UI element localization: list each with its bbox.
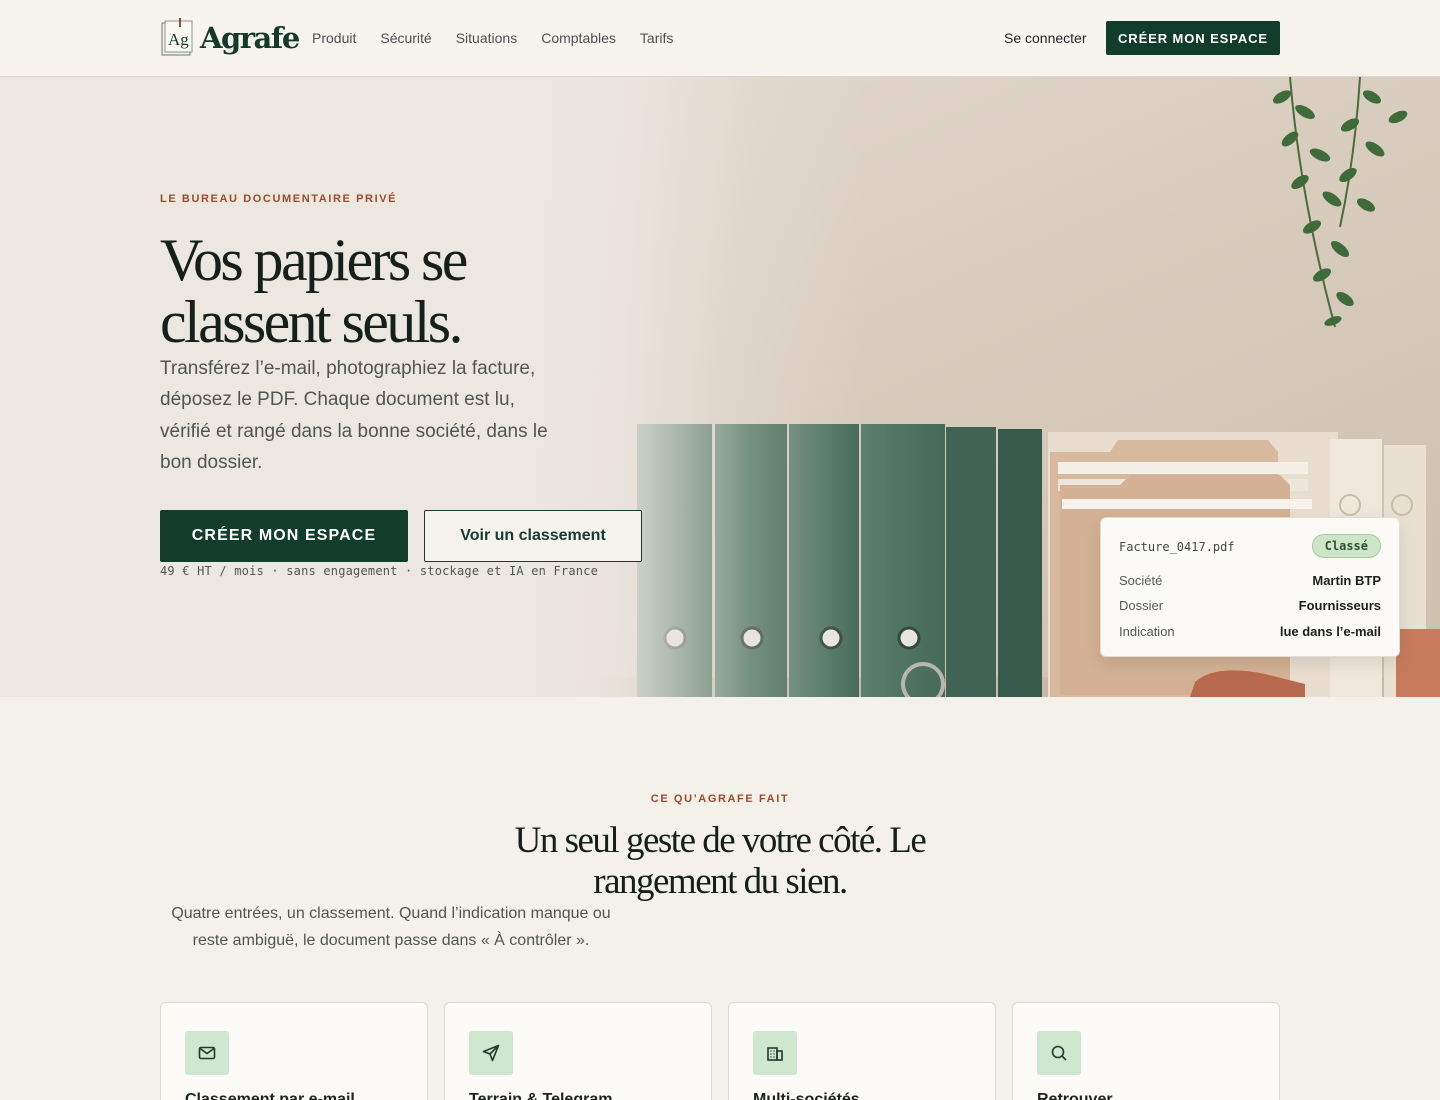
- feature-card-title: Classement par e-mail: [185, 1091, 355, 1100]
- send-icon: [469, 1031, 513, 1075]
- document-filename: Facture_0417.pdf: [1119, 540, 1235, 554]
- login-link[interactable]: Se connecter: [1004, 30, 1087, 46]
- doc-row-value: Fournisseurs: [1298, 598, 1381, 613]
- feature-card-title: Multi-sociétés: [753, 1091, 860, 1100]
- feature-card-multi-company[interactable]: Multi-sociétés: [728, 1002, 996, 1100]
- logo-mark-icon: Ag: [161, 18, 193, 56]
- nav-item-produit[interactable]: Produit: [312, 30, 356, 46]
- nav-item-securite[interactable]: Sécurité: [380, 30, 431, 46]
- mail-icon: [185, 1031, 229, 1075]
- features-title: Un seul geste de votre côté. Le rangemen…: [514, 820, 927, 902]
- feature-card-search[interactable]: Retrouver: [1012, 1002, 1280, 1100]
- nav-item-situations[interactable]: Situations: [456, 30, 517, 46]
- hero-title: Vos papiers se classent seuls.: [160, 227, 468, 355]
- doc-row-indication: Indication lue dans l’e-mail: [1119, 624, 1381, 639]
- logo[interactable]: Ag Agrafe: [160, 17, 300, 59]
- building-icon: [753, 1031, 797, 1075]
- header-create-space-button[interactable]: CRÉER MON ESPACE: [1106, 21, 1280, 55]
- hero-subtitle: Transférez l’e-mail, photographiez la fa…: [160, 358, 548, 473]
- main-nav: Produit Sécurité Situations Comptables T…: [312, 30, 673, 46]
- doc-row-value: Martin BTP: [1312, 573, 1381, 588]
- status-badge: Classé: [1311, 534, 1381, 558]
- hero-eyebrow: LE BUREAU DOCUMENTAIRE PRIVÉ: [160, 193, 398, 205]
- doc-row-label: Indication: [1119, 624, 1175, 639]
- hero-section: LE BUREAU DOCUMENTAIRE PRIVÉ Vos papiers…: [0, 77, 1440, 697]
- site-header: Ag Agrafe Produit Sécurité Situations Co…: [0, 0, 1440, 77]
- doc-row-company: Société Martin BTP: [1119, 573, 1381, 588]
- feature-card-title: Retrouver: [1037, 1091, 1113, 1100]
- hero-create-space-button[interactable]: CRÉER MON ESPACE: [160, 510, 408, 562]
- feature-card-title: Terrain & Telegram: [469, 1091, 613, 1100]
- svg-text:Ag: Ag: [168, 30, 189, 49]
- search-icon: [1037, 1031, 1081, 1075]
- nav-item-tarifs[interactable]: Tarifs: [640, 30, 673, 46]
- doc-row-value: lue dans l’e-mail: [1279, 624, 1381, 639]
- document-preview-card: Facture_0417.pdf Classé Société Martin B…: [1100, 517, 1400, 657]
- brand-name: Agrafe: [200, 21, 300, 55]
- feature-card-email[interactable]: Classement par e-mail: [160, 1002, 428, 1100]
- doc-row-label: Dossier: [1119, 598, 1164, 613]
- features-eyebrow: CE QU’AGRAFE FAIT: [650, 793, 790, 805]
- price-note: 49 € HT / mois · sans engagement · stock…: [160, 564, 599, 578]
- features-subtitle: Quatre entrées, un classement. Quand l’i…: [171, 905, 611, 949]
- feature-card-telegram[interactable]: Terrain & Telegram: [444, 1002, 712, 1100]
- doc-row-folder: Dossier Fournisseurs: [1119, 598, 1381, 613]
- nav-item-comptables[interactable]: Comptables: [541, 30, 616, 46]
- view-classification-button[interactable]: Voir un classement: [424, 510, 642, 562]
- doc-row-label: Société: [1119, 573, 1163, 588]
